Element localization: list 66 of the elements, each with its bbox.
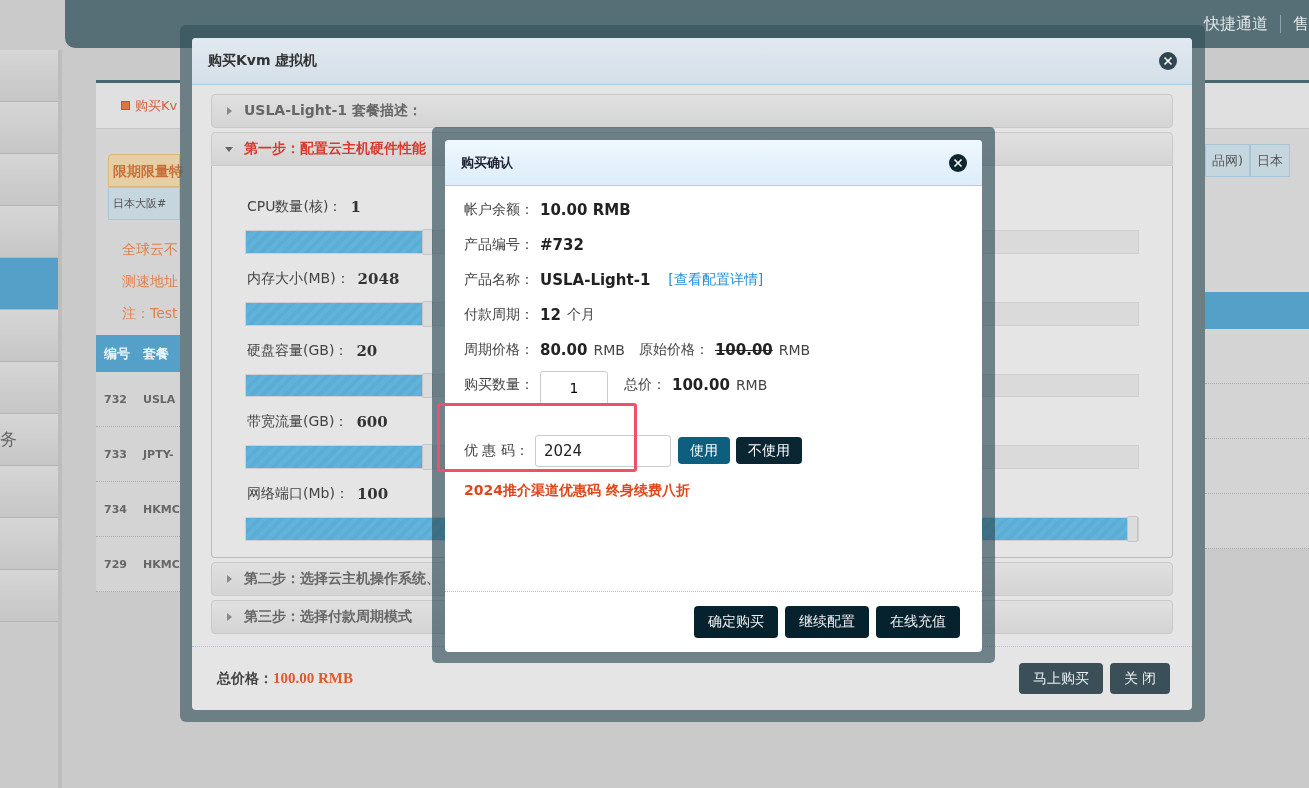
details-link[interactable]: [查看配置详情]: [668, 270, 764, 289]
quantity-input[interactable]: 1: [540, 370, 608, 405]
promo-text: 2024推介渠道优惠码 终身续费八折: [464, 481, 691, 500]
field-value: 80.00: [540, 340, 588, 359]
field-label: 总价：: [624, 375, 666, 394]
field-label: 付款周期：: [464, 305, 534, 324]
slider-label: 带宽流量(GB)：: [247, 413, 349, 432]
field-label: 购买数量：: [464, 375, 534, 394]
dialog-button[interactable]: 继续配置: [785, 606, 869, 638]
slider-label: 网络端口(Mb)：: [247, 485, 349, 504]
dialog-button[interactable]: 马上购买: [1018, 663, 1103, 694]
slider-value: 1: [350, 197, 361, 216]
coupon-button[interactable]: 不使用: [735, 437, 802, 464]
total-label: 总价格：: [217, 669, 273, 688]
slider-value: 20: [356, 341, 378, 360]
column-header: 套餐: [143, 344, 169, 363]
field-value: 12: [540, 305, 561, 324]
field-label: 原始价格：: [638, 340, 709, 359]
slider-value: 2048: [357, 269, 400, 288]
table-cell: JPTY-: [143, 447, 174, 461]
field-value: 10.00 RMB: [540, 200, 631, 219]
accordion-header[interactable]: USLA-Light-1 套餐描述：: [211, 94, 1173, 128]
tag[interactable]: 日本大阪#: [108, 187, 180, 220]
note-text: 注：Test: [122, 304, 179, 323]
tag[interactable]: 品网): [1205, 144, 1251, 177]
field-value: 100.00: [672, 375, 730, 394]
slider-label: 内存大小(MB)：: [247, 269, 350, 288]
note-text: 测速地址: [122, 272, 179, 291]
dialog-button[interactable]: 确定购买: [694, 606, 778, 638]
field-value: USLA-Light-1: [540, 270, 651, 289]
dialog-button[interactable]: 关 闭: [1109, 663, 1170, 694]
table-cell: HKMC: [143, 502, 180, 516]
tag[interactable]: 日本: [1250, 144, 1291, 177]
unit-text: RMB: [593, 341, 625, 358]
slider-label: 硬盘容量(GB)：: [247, 341, 349, 360]
sidebar-item[interactable]: 务: [0, 414, 58, 466]
total-price: 100.00 RMB: [273, 670, 353, 687]
field-label: 周期价格：: [464, 340, 534, 359]
unit-text: RMB: [778, 341, 811, 358]
unit-text: 个月: [566, 305, 595, 324]
coupon-button[interactable]: 使用: [677, 437, 730, 464]
column-header: 编号: [103, 344, 131, 363]
dialog-title: 购买Kvm 虚拟机: [208, 52, 318, 70]
panel-tab[interactable]: 购买Kv: [135, 96, 178, 115]
table-cell-text: 729: [103, 557, 128, 571]
table-cell-text: 734: [103, 502, 128, 516]
slider-value: 100: [356, 485, 389, 504]
field-label: 产品编号：: [464, 235, 534, 254]
dialog-title: 购买确认: [461, 153, 513, 172]
field-label: 优 惠 码：: [464, 441, 529, 460]
note-text: 全球云不: [122, 240, 179, 259]
field-label: 产品名称：: [464, 270, 534, 289]
original-price: 100.00: [714, 340, 773, 359]
top-link[interactable]: 快捷通道: [1204, 13, 1268, 35]
unit-text: RMB: [735, 376, 768, 393]
slider-label: CPU数量(核)：: [247, 197, 343, 216]
field-value: #732: [540, 235, 584, 254]
field-label: 帐户余额：: [464, 200, 534, 219]
slider-value: 600: [356, 413, 388, 432]
table-cell: HKMC: [143, 557, 180, 571]
dialog-button[interactable]: 在线充值: [876, 606, 960, 638]
table-cell-text: 732: [103, 392, 128, 406]
coupon-input[interactable]: 2024: [534, 434, 671, 467]
table-cell-text: 733: [103, 447, 128, 461]
table-cell: USLA: [143, 392, 176, 406]
top-link[interactable]: 售: [1293, 13, 1309, 35]
